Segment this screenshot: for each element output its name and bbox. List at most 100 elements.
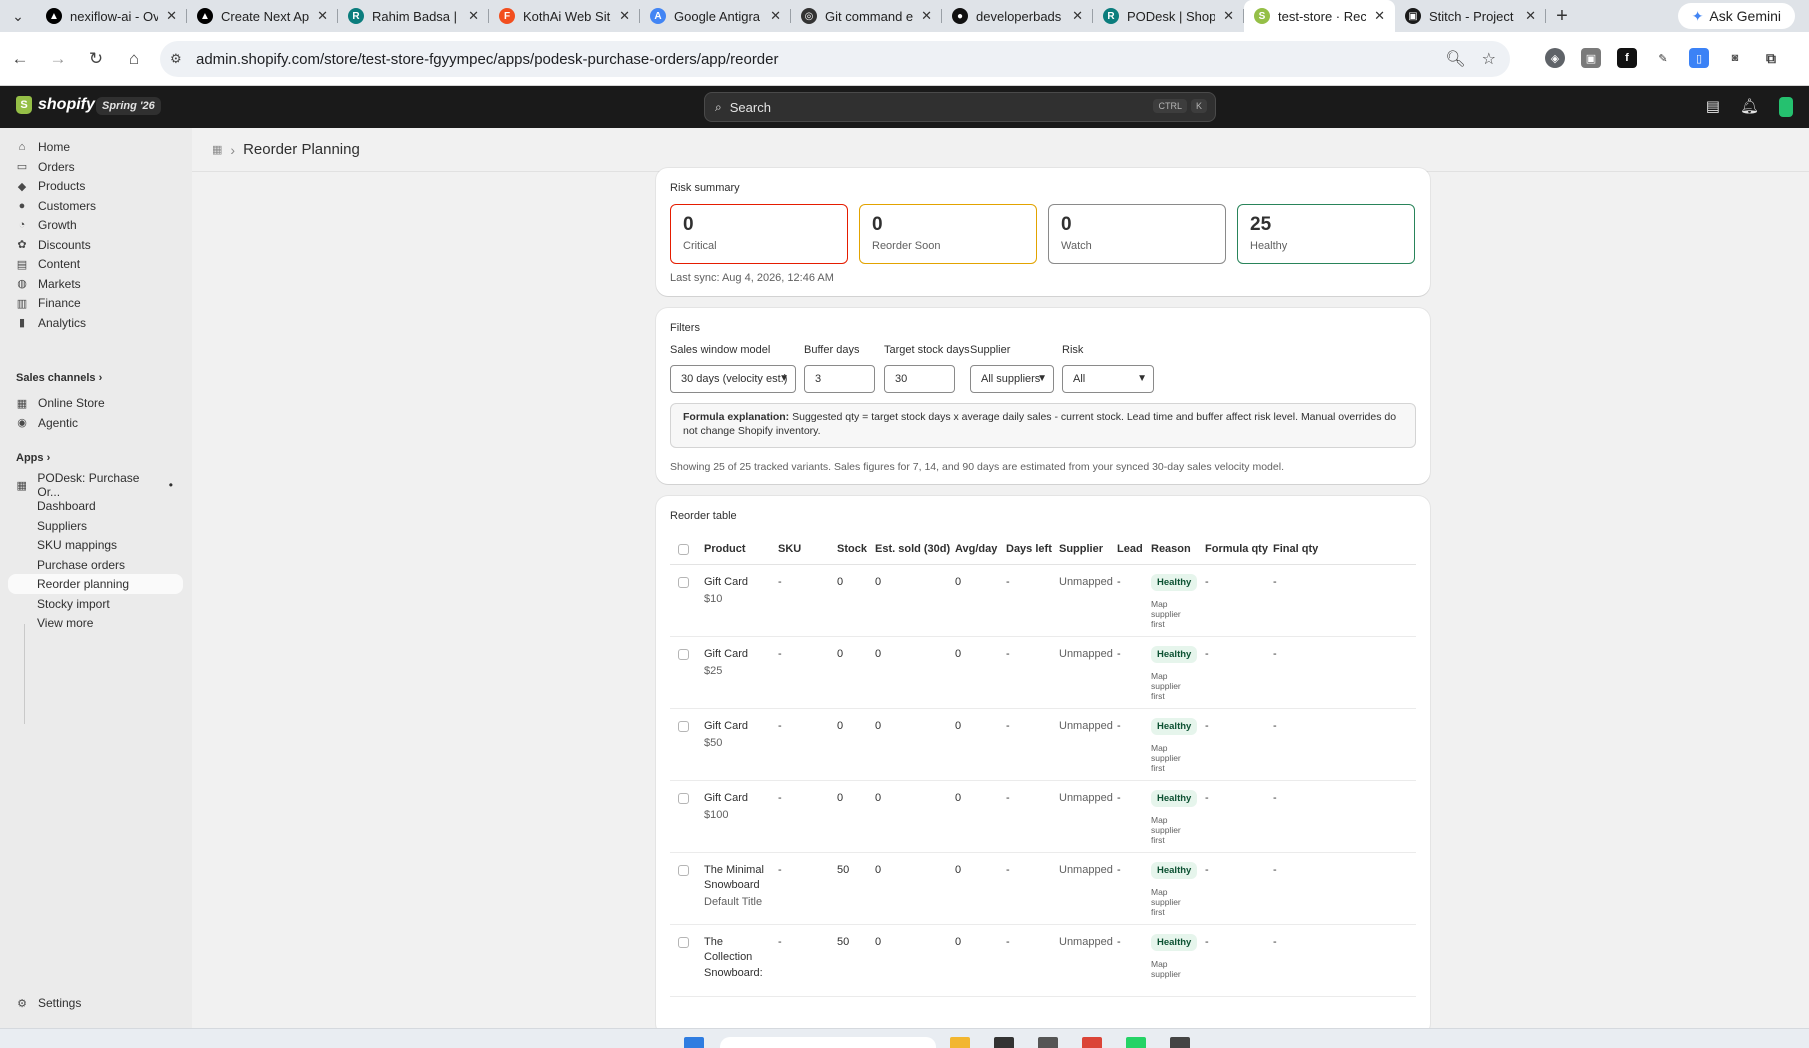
product-name[interactable]: Gift Card [704, 791, 768, 806]
risk-box-healthy[interactable]: 25 Healthy [1237, 204, 1415, 264]
sidebar-subitem-suppliers[interactable]: Suppliers [8, 516, 183, 536]
browser-tab[interactable]: ▲ Create Next Ap ✕ [187, 0, 338, 32]
browser-tab[interactable]: R PODesk | Shop ✕ [1093, 0, 1244, 32]
store-avatar[interactable] [1779, 97, 1793, 117]
close-tab-icon[interactable]: ✕ [166, 8, 177, 24]
row-checkbox[interactable] [678, 865, 689, 876]
risk-select[interactable]: All ▼ [1062, 365, 1154, 393]
taskbar-chatgpt-icon[interactable] [1038, 1037, 1058, 1048]
sales-window-select[interactable]: 30 days (velocity est.) ▼ [670, 365, 796, 393]
browser-tab[interactable]: A Google Antigra ✕ [640, 0, 791, 32]
taskbar-terminal-icon[interactable] [1170, 1037, 1190, 1048]
forward-arrow-icon[interactable]: → [40, 41, 76, 77]
sidebar-subitem-reorder-planning[interactable]: Reorder planning [8, 574, 183, 594]
admin-search-input[interactable]: ⌕ Search CTRL K [704, 92, 1216, 122]
close-tab-icon[interactable]: ✕ [619, 8, 630, 24]
page-title: Reorder Planning [243, 141, 360, 158]
sidebar-subitem-view-more[interactable]: View more [8, 613, 183, 633]
filters-title: Filters [670, 322, 700, 334]
row-checkbox[interactable] [678, 649, 689, 660]
shopify-logo[interactable]: S shopify [16, 96, 95, 114]
sidebar-subitem-dashboard[interactable]: Dashboard [8, 496, 183, 516]
sidebar-app-podesk[interactable]: ▦ PODesk: Purchase Or... • [8, 471, 183, 499]
product-name[interactable]: The Collection Snowboard: [704, 935, 768, 981]
product-name[interactable]: Gift Card [704, 719, 768, 734]
column-header-est-sold-30d: Est. sold (30d) [875, 543, 951, 555]
close-tab-icon[interactable]: ✕ [1525, 8, 1536, 24]
zoom-icon[interactable]: 🔍︎ [1445, 49, 1465, 69]
sidebar-item-products[interactable]: ◆ Products [8, 175, 183, 197]
product-name[interactable]: Gift Card [704, 575, 768, 590]
back-arrow-icon[interactable]: ← [2, 41, 38, 77]
ask-gemini-button[interactable]: ✦ Ask Gemini [1677, 3, 1795, 29]
reload-icon[interactable]: ↻ [78, 41, 114, 77]
taskbar-whatsapp-icon[interactable] [1126, 1037, 1146, 1048]
sidebar-subitem-stocky-import[interactable]: Stocky import [8, 594, 183, 614]
row-checkbox[interactable] [678, 793, 689, 804]
sidebar-item-analytics[interactable]: ▮ Analytics [8, 312, 183, 334]
target-stock-days-input[interactable]: 30 [884, 365, 955, 393]
sidebar-item-online-store[interactable]: ▦ Online Store [8, 392, 183, 414]
sidebar-item-growth[interactable]: ◔ Growth [8, 214, 183, 236]
supplier-select[interactable]: All suppliers ▼ [970, 365, 1054, 393]
extension-image-icon[interactable]: ▣ [1581, 48, 1601, 68]
browser-tab[interactable]: F KothAi Web Sit ✕ [489, 0, 640, 32]
taskbar-app-icon[interactable] [994, 1037, 1014, 1048]
extension-clipboard-icon[interactable]: ▯ [1689, 48, 1709, 68]
notification-bell-icon[interactable]: 🔔︎ [1740, 97, 1759, 117]
select-all-checkbox[interactable] [678, 544, 689, 555]
windows-start-icon[interactable] [684, 1037, 704, 1048]
close-tab-icon[interactable]: ✕ [1374, 8, 1385, 24]
new-tab-button[interactable]: + [1546, 5, 1578, 28]
browser-tab[interactable]: Stest-store · Rec ✕ [1244, 0, 1395, 32]
cell-sold: 0 [875, 576, 882, 588]
extension-compass-icon[interactable]: ◈ [1545, 48, 1565, 68]
sidebar-item-label: Orders [38, 159, 75, 174]
extensions-puzzle-icon[interactable]: ⧉ [1761, 48, 1781, 68]
close-tab-icon[interactable]: ✕ [317, 8, 328, 24]
taskbar-search-box[interactable] [720, 1037, 936, 1048]
extension-camera-icon[interactable]: ◙ [1725, 48, 1745, 68]
app-pin-dot-icon[interactable]: • [169, 478, 173, 492]
breadcrumb-app-icon[interactable]: ▦ [212, 143, 222, 156]
close-tab-icon[interactable]: ✕ [921, 8, 932, 24]
product-name[interactable]: The Minimal Snowboard [704, 863, 768, 894]
sales-channels-heading[interactable]: Sales channels › [16, 372, 102, 384]
browser-tab[interactable]: ▲ nexiflow-ai - Ov ✕ [36, 0, 187, 32]
product-name[interactable]: Gift Card [704, 647, 768, 662]
close-tab-icon[interactable]: ✕ [1072, 8, 1083, 24]
close-tab-icon[interactable]: ✕ [770, 8, 781, 24]
apps-heading[interactable]: Apps › [16, 452, 50, 464]
close-tab-icon[interactable]: ✕ [468, 8, 479, 24]
browser-tab[interactable]: ● developerbads ✕ [942, 0, 1093, 32]
store-inbox-icon[interactable]: ▤ [1706, 97, 1720, 117]
sidebar-item-agentic[interactable]: ◉ Agentic [8, 412, 183, 434]
close-tab-icon[interactable]: ✕ [1223, 8, 1234, 24]
browser-tab[interactable]: R Rahim Badsa | F ✕ [338, 0, 489, 32]
extension-pen-icon[interactable]: ✎ [1653, 48, 1673, 68]
sidebar-item-home[interactable]: ⌂ Home [8, 136, 183, 158]
tab-search-chevron-icon[interactable]: ⌄ [0, 0, 36, 32]
sidebar-item-finance[interactable]: ▥ Finance [8, 292, 183, 314]
browser-tab[interactable]: ◎ Git command e ✕ [791, 0, 942, 32]
row-checkbox[interactable] [678, 721, 689, 732]
risk-box-reorder-soon[interactable]: 0 Reorder Soon [859, 204, 1037, 264]
browser-tab[interactable]: ▣ Stitch - Project ✕ [1395, 0, 1546, 32]
sidebar-subitem-purchase-orders[interactable]: Purchase orders [8, 555, 183, 575]
row-checkbox[interactable] [678, 937, 689, 948]
home-button-icon[interactable]: ⌂ [116, 41, 152, 77]
file-explorer-icon[interactable] [950, 1037, 970, 1048]
address-bar[interactable]: ⚙ admin.shopify.com/store/test-store-fgy… [160, 41, 1510, 77]
sidebar-item-settings[interactable]: ⚙ Settings [8, 992, 183, 1014]
sidebar-subitem-sku-mappings[interactable]: SKU mappings [8, 535, 183, 555]
status-badge: Healthy [1151, 934, 1198, 951]
site-info-icon[interactable]: ⚙ [170, 51, 196, 67]
row-checkbox[interactable] [678, 577, 689, 588]
risk-box-critical[interactable]: 0 Critical [670, 204, 848, 264]
bookmark-star-icon[interactable]: ☆ [1482, 49, 1496, 69]
risk-box-watch[interactable]: 0 Watch [1048, 204, 1226, 264]
taskbar-chrome-icon[interactable] [1082, 1037, 1102, 1048]
buffer-days-input[interactable]: 3 [804, 365, 875, 393]
sidebar-item-content[interactable]: ▤ Content [8, 253, 183, 275]
extension-f-icon[interactable]: f [1617, 48, 1637, 68]
